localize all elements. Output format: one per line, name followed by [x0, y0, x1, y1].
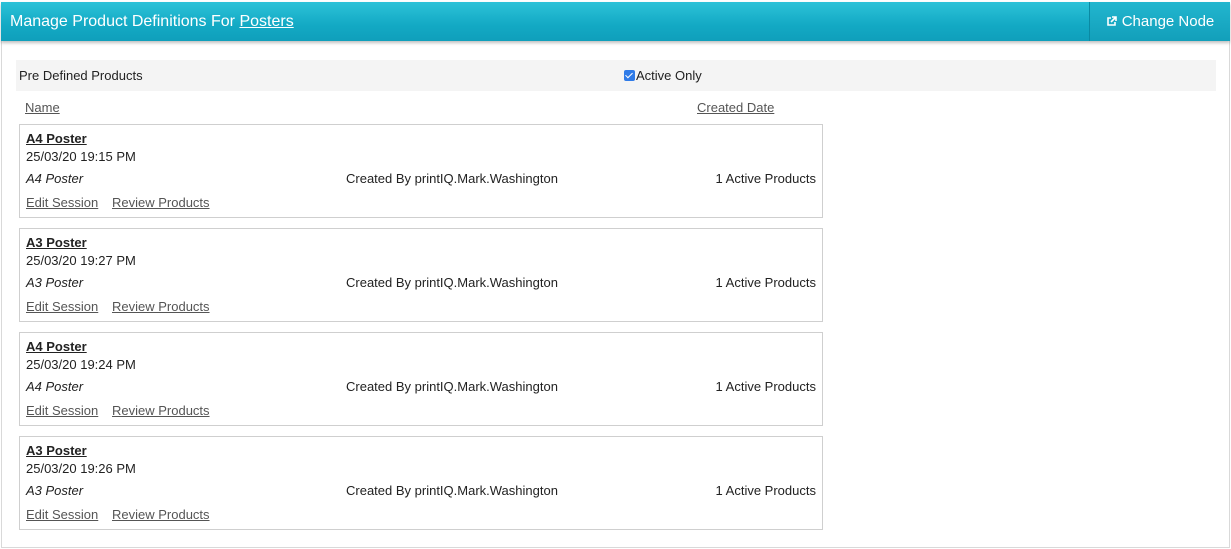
- review-products-link[interactable]: Review Products: [112, 403, 210, 418]
- product-title-link[interactable]: A3 Poster: [26, 235, 87, 250]
- review-products-link[interactable]: Review Products: [112, 299, 210, 314]
- predefined-products-label: Pre Defined Products: [19, 68, 143, 83]
- edit-session-link[interactable]: Edit Session: [26, 507, 98, 522]
- edit-session-link[interactable]: Edit Session: [26, 299, 98, 314]
- active-only-toggle[interactable]: Active Only: [624, 60, 702, 91]
- product-active-count: 1 Active Products: [715, 483, 816, 498]
- edit-session-link[interactable]: Edit Session: [26, 403, 98, 418]
- sort-by-created-date-header[interactable]: Created Date: [697, 100, 774, 115]
- product-date: 25/03/20 19:24 PM: [26, 357, 136, 372]
- filter-bar: Pre Defined Products Active Only: [16, 60, 1216, 91]
- product-active-count: 1 Active Products: [715, 171, 816, 186]
- change-node-button[interactable]: Change Node: [1089, 2, 1230, 41]
- product-active-count: 1 Active Products: [715, 379, 816, 394]
- product-created-by: Created By printIQ.Mark.Washington: [346, 483, 558, 498]
- edit-session-link[interactable]: Edit Session: [26, 195, 98, 210]
- page-title: Manage Product Definitions For Posters: [10, 2, 294, 41]
- change-node-label: Change Node: [1121, 13, 1215, 30]
- active-only-checkbox[interactable]: [624, 70, 635, 81]
- product-date: 25/03/20 19:15 PM: [26, 149, 136, 164]
- external-link-icon: [1106, 3, 1117, 26]
- product-description: A4 Poster: [26, 171, 84, 186]
- page-header: Manage Product Definitions For Posters C…: [1, 2, 1230, 41]
- product-title-link[interactable]: A3 Poster: [26, 443, 87, 458]
- product-date: 25/03/20 19:26 PM: [26, 461, 136, 476]
- product-title-link[interactable]: A4 Poster: [26, 339, 87, 354]
- product-card: A3 Poster 25/03/20 19:27 PM A3 Poster Cr…: [19, 228, 823, 322]
- review-products-link[interactable]: Review Products: [112, 195, 210, 210]
- active-only-label: Active Only: [636, 68, 702, 83]
- page-title-prefix: Manage Product Definitions For: [10, 13, 240, 30]
- product-description: A3 Poster: [26, 483, 84, 498]
- product-description: A3 Poster: [26, 275, 84, 290]
- review-products-link[interactable]: Review Products: [112, 507, 210, 522]
- node-link[interactable]: Posters: [239, 13, 293, 30]
- product-created-by: Created By printIQ.Mark.Washington: [346, 171, 558, 186]
- sort-by-name-header[interactable]: Name: [25, 100, 60, 115]
- product-card: A4 Poster 25/03/20 19:15 PM A4 Poster Cr…: [19, 124, 823, 218]
- product-created-by: Created By printIQ.Mark.Washington: [346, 379, 558, 394]
- product-created-by: Created By printIQ.Mark.Washington: [346, 275, 558, 290]
- product-title-link[interactable]: A4 Poster: [26, 131, 87, 146]
- product-card: A3 Poster 25/03/20 19:26 PM A3 Poster Cr…: [19, 436, 823, 530]
- product-card: A4 Poster 25/03/20 19:24 PM A4 Poster Cr…: [19, 332, 823, 426]
- product-date: 25/03/20 19:27 PM: [26, 253, 136, 268]
- product-description: A4 Poster: [26, 379, 84, 394]
- product-active-count: 1 Active Products: [715, 275, 816, 290]
